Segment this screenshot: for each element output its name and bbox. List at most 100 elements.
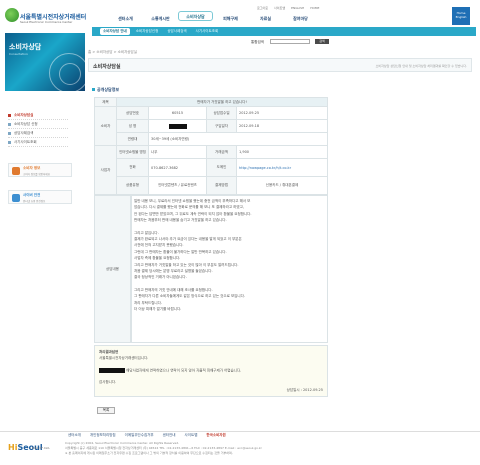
table-row: 성 명 구입일자 2012.09.18: [95, 119, 328, 133]
cell-label: 전화: [116, 158, 149, 177]
lnb-item-consult-room[interactable]: 소비자상담실: [8, 111, 68, 120]
table-row: 상품유형 인터넷콘텐츠 / 유료컨텐츠 결제방법 신용카드 / 휴대폰결제: [95, 176, 328, 195]
section-banner: 소비자상담 Consultation: [5, 33, 85, 91]
cell-label: 인터넷쇼핑몰 명칭: [116, 145, 149, 159]
content-head: 상담내용: [94, 195, 131, 343]
redaction-block: [168, 123, 187, 129]
banner-title: 소비자상담: [9, 43, 42, 51]
cell-label: 결제방법: [206, 176, 237, 195]
bullet-icon: [8, 140, 11, 144]
cell-label: 성 명: [116, 119, 149, 133]
sub-nav: 소비자상담 안내 소비자상담신청 상담사례검색 사기사이트조회: [92, 27, 476, 36]
footer-link[interactable]: 사이트맵: [185, 433, 198, 438]
bullet-icon: [8, 122, 11, 126]
age-range: 30세~39세 (소비자연령): [148, 132, 328, 146]
bullet-icon: [8, 113, 11, 117]
title-head: 제목: [94, 97, 117, 107]
quick-link-title: 사이버 안전: [23, 193, 41, 197]
consult-content: 일반 내용 보니, 무료라서 인터넷 쇼핑을 했는데 충전 금액이 부족하다고 …: [131, 195, 324, 316]
quick-link-consumer-info[interactable]: 소비자 정보 소비자 정보를 확인하세요: [8, 163, 72, 177]
purchase-date: 2012.09.18: [236, 119, 328, 133]
gnb-item-board[interactable]: 소통게시판: [143, 14, 178, 22]
footer-logo-slogan: SOUL OF ASIA: [32, 447, 50, 450]
answer-box: 처리결과답변 서울특별시전자상거래센터입니다. 해당사업자에게 연락하였으나 연…: [94, 345, 328, 397]
site-logo-subtitle: Seoul Electronic Commerce Center: [20, 20, 73, 24]
answer-heading: 처리결과답변: [99, 350, 119, 354]
subnav-item-fraud[interactable]: 사기사이트조회: [193, 28, 222, 35]
list-button[interactable]: 목록: [97, 407, 115, 414]
section-heading: 공개상담정보: [92, 87, 119, 93]
quick-link-subtitle: 소비자 정보를 확인하세요: [23, 173, 50, 176]
table-row: 소비자 상담번호 60515 상담접수일 2012.09.25: [94, 106, 328, 146]
footer-notice: ※ 본 홈페이지에 게시된 이메일주소가 전자우편 수집 프로그램이나 그 밖의…: [65, 451, 233, 455]
consumer-info-icon: [12, 167, 20, 175]
search-button[interactable]: 검색: [315, 39, 329, 44]
answer-closing: 감사합니다.: [99, 380, 117, 384]
content-line: 더 이상 피해가 없기를 바랍니다.: [134, 307, 182, 312]
cell-label: 거래금액: [206, 145, 237, 159]
lnb-item-label: 소비자상담 신청: [14, 121, 38, 126]
search-label: 통합검색: [251, 40, 264, 44]
phone: 070-8627-3682: [148, 158, 207, 177]
quick-link-subtitle: 인터넷 쇼핑 안전정보: [23, 200, 46, 203]
price: 1,900: [236, 145, 328, 159]
page-title: 소비자상담실: [93, 64, 121, 70]
gnb-item-participate[interactable]: 참여마당: [283, 14, 318, 22]
global-nav: 센터소개 소통게시판 소비자상담 피해구제 자료실 참여마당: [108, 11, 318, 22]
breadcrumb: 홈 > 소비자상담 > 소비자상담실: [88, 50, 137, 54]
table-row: 전화 070-8627-3682 도메인 http://nowpage.co.k…: [95, 158, 328, 177]
util-link[interactable]: 로그아웃: [257, 6, 268, 10]
util-link[interactable]: HOME: [310, 6, 319, 10]
left-nav: 소비자상담실 소비자상담 신청 상담사례검색 사기사이트조회: [8, 111, 68, 147]
lnb-item-label: 상담사례검색: [14, 130, 34, 135]
bullet-icon: [8, 131, 11, 135]
footer-link[interactable]: 개인정보처리방침: [90, 433, 116, 438]
util-link[interactable]: ENGLISH: [291, 6, 304, 10]
page-description: 소비자상담 상담신청 안내 및 소비자상담 처리결과를 확인할 수 있습니다.: [375, 64, 467, 68]
name-value: [148, 119, 207, 133]
footer-link[interactable]: 센터안내: [163, 433, 176, 438]
consult-date: 2012.09.25: [236, 106, 328, 120]
util-link[interactable]: 사이트맵: [274, 6, 285, 10]
subnav-item-search[interactable]: 상담사례검색: [164, 28, 189, 35]
utility-links: 로그아웃 사이트맵 ENGLISH HOME: [257, 6, 319, 10]
search-input[interactable]: [270, 39, 310, 44]
table-row: 연령대 30세~39세 (소비자연령): [95, 132, 328, 146]
footer-copyright: Copyright (c) 2004, Seoul Electronic Com…: [65, 441, 180, 445]
quick-link-title: 소비자 정보: [23, 166, 41, 170]
consult-title: 판매자가 거짓말을 하고 있습니다!: [116, 97, 328, 107]
domain-link[interactable]: http://nowpage.co.kr/h/t.co.kr: [236, 158, 328, 177]
quick-link-cyber-safety[interactable]: 사이버 안전 인터넷 쇼핑 안전정보: [8, 190, 72, 204]
footer-link[interactable]: 한국소비자원: [206, 433, 225, 438]
english-label: English: [455, 15, 467, 19]
answer-body: 해당사업자에게 연락하였으나 연락이 되지 않아 자율적 피해구제가 어렵습니다…: [99, 368, 241, 374]
cell-label: 연령대: [116, 132, 149, 146]
gnb-item-remedy[interactable]: 피해구제: [213, 14, 248, 22]
cell-label: 구입일자: [206, 119, 237, 133]
lnb-item-case-search[interactable]: 상담사례검색: [8, 129, 68, 138]
cell-label: 상담번호: [116, 106, 149, 120]
gnb-item-consult[interactable]: 소비자상담: [178, 11, 213, 21]
subnav-item-guide[interactable]: 소비자상담 안내: [100, 28, 130, 35]
footer-link[interactable]: 센터소개: [68, 433, 81, 438]
footer-divider: [0, 431, 480, 432]
gnb-item-about[interactable]: 센터소개: [108, 14, 143, 22]
lnb-item-apply[interactable]: 소비자상담 신청: [8, 120, 68, 129]
answer-body-text: 해당사업자에게 연락하였으나 연락이 되지 않아 자율적 피해구제가 어렵습니다…: [126, 368, 242, 373]
home-english-button[interactable]: Home English: [452, 7, 470, 25]
gnb-item-archive[interactable]: 자료실: [248, 14, 283, 22]
lnb-item-fraud[interactable]: 사기사이트조회: [8, 138, 68, 147]
footer-link[interactable]: 이메일무단수집거부: [125, 433, 154, 438]
cell-label: 도메인: [206, 158, 237, 177]
business-name: 나우: [148, 145, 207, 159]
banner-decoration: [59, 63, 81, 85]
table-row: 사업자 인터넷쇼핑몰 명칭 나우 거래금액 1,900: [94, 145, 328, 195]
consult-number: 60515: [148, 106, 207, 120]
subnav-item-apply[interactable]: 소비자상담신청: [133, 28, 162, 35]
lnb-item-label: 사기사이트조회: [14, 139, 37, 144]
logo-icon[interactable]: [5, 8, 19, 22]
cell-label: 상품유형: [116, 176, 149, 195]
consumer-head: 소비자: [94, 106, 117, 146]
title-row: 제목 판매자가 거짓말을 하고 있습니다!: [94, 97, 328, 107]
page-title-bar: 소비자상담실 소비자상담 상담신청 안내 및 소비자상담 처리결과를 확인할 수…: [88, 58, 472, 72]
